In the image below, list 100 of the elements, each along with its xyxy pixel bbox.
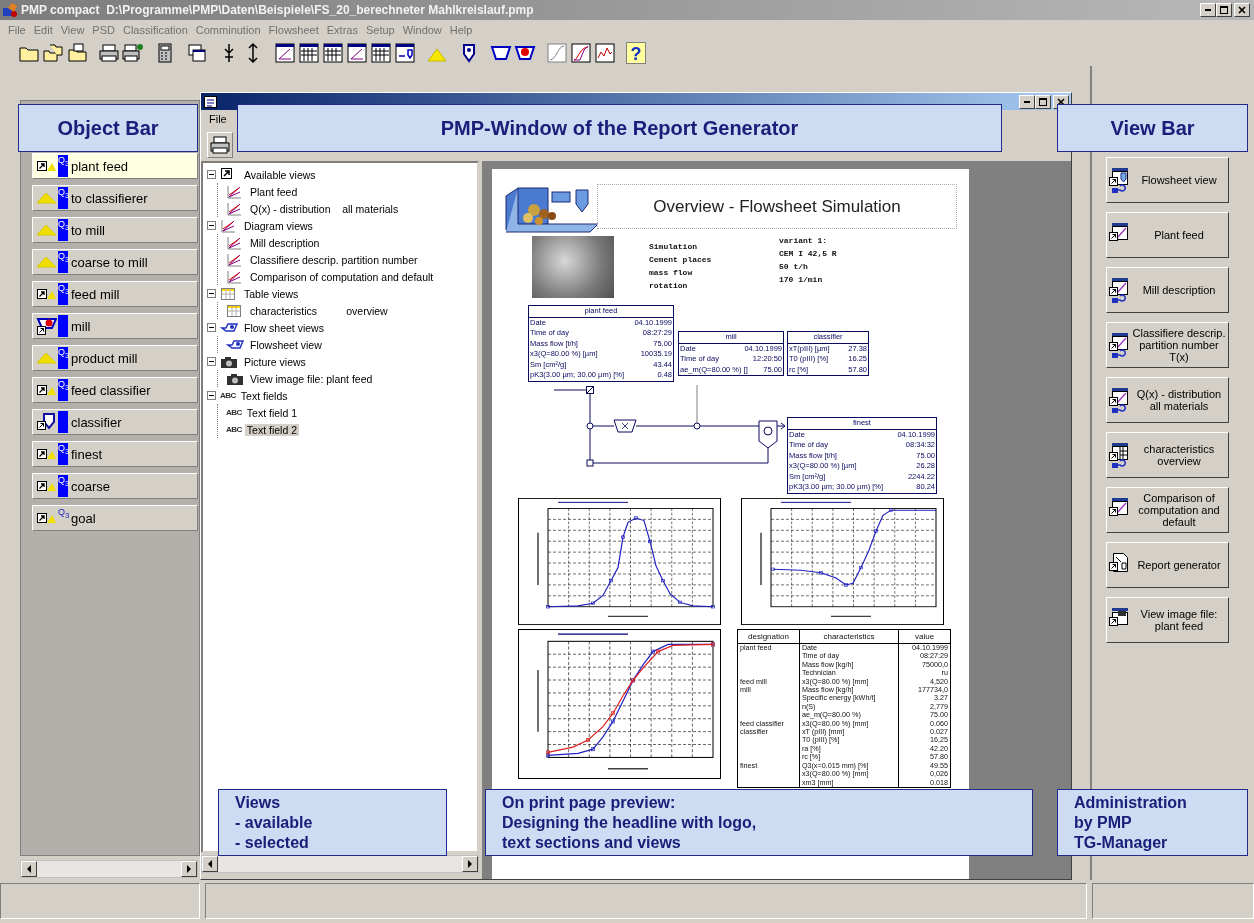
- tree-item[interactable]: Flow sheet views: [242, 321, 326, 334]
- menu-item[interactable]: File: [205, 113, 231, 125]
- object-item[interactable]: Q$_{3}$ goal: [32, 505, 198, 531]
- maximize-button[interactable]: [1216, 3, 1232, 17]
- tree-item[interactable]: Plant feed: [248, 185, 300, 198]
- tree-item[interactable]: Comparison of computation and default: [248, 270, 436, 283]
- scroll-left-icon[interactable]: [202, 856, 218, 872]
- object-item[interactable]: Q$_{3}$ product mill: [32, 345, 198, 371]
- object-item[interactable]: Q$_{3}$ plant feed: [32, 153, 198, 179]
- close-button[interactable]: [1234, 3, 1250, 17]
- pile-icon: [36, 352, 57, 364]
- object-item[interactable]: Q$_{3}$ feed classifier: [32, 377, 198, 403]
- object-item[interactable]: Q$_{3}$ coarse to mill: [32, 249, 198, 275]
- view-button[interactable]: Flowsheet view: [1106, 157, 1229, 203]
- minimize-icon: [1024, 100, 1030, 103]
- printer-icon: [209, 133, 231, 156]
- app-icon: [2, 2, 18, 18]
- callout-note: PMP-Window of the Report Generator: [237, 104, 1002, 152]
- page-headline: Overview - Flowsheet Simulation: [597, 184, 957, 229]
- scroll-left-icon[interactable]: [21, 861, 37, 877]
- collapse-icon[interactable]: [207, 391, 216, 400]
- object-item[interactable]: mill: [32, 313, 198, 339]
- help-button[interactable]: ?: [626, 42, 646, 64]
- object-item[interactable]: Q$_{3}$ feed mill: [32, 281, 198, 307]
- view-button[interactable]: Mill description: [1106, 267, 1229, 313]
- callout-note: Administration by PMP TG-Manager: [1057, 789, 1248, 856]
- tree-item[interactable]: Table views: [242, 287, 301, 300]
- tree-item[interactable]: Available views: [242, 168, 318, 181]
- object-item[interactable]: classifier: [32, 409, 198, 435]
- tree-item[interactable]: Text field 2: [244, 423, 300, 436]
- column-header: value: [898, 629, 951, 644]
- view-button[interactable]: Q(x) - distribution all materials: [1106, 377, 1229, 423]
- collapse-icon[interactable]: [207, 323, 216, 332]
- maximize-button[interactable]: [1035, 94, 1051, 109]
- parameter-value: 170 1/min: [779, 274, 824, 286]
- horizontal-scrollbar[interactable]: [201, 855, 479, 873]
- chart-icon: [226, 251, 244, 268]
- minimize-button[interactable]: [1019, 94, 1035, 109]
- parameter-value: variant 1:: [779, 235, 828, 247]
- minimize-button[interactable]: [1200, 3, 1216, 17]
- tree-item[interactable]: View image file: plant feed: [248, 372, 375, 385]
- collapse-icon[interactable]: [207, 289, 216, 298]
- tree-item[interactable]: characteristics overview: [248, 304, 390, 317]
- quantity-label: Q$_{3}$: [58, 507, 68, 522]
- view-button[interactable]: View image file: plant feed: [1106, 597, 1229, 643]
- tree-item[interactable]: Text fields: [238, 389, 290, 402]
- view-button[interactable]: characteristics overview: [1106, 432, 1229, 478]
- chart-window-icon[interactable]: [346, 42, 368, 64]
- tree-item[interactable]: Mill description: [248, 236, 322, 249]
- object-item[interactable]: Q$_{3}$ to classifierer: [32, 185, 198, 211]
- table-window-icon[interactable]: [322, 42, 344, 64]
- shortcut-pile-icon: [36, 480, 57, 492]
- shortcut-pile-icon: [36, 384, 57, 396]
- document-icon[interactable]: [66, 42, 88, 64]
- chart-window-icon[interactable]: [274, 42, 296, 64]
- tree-item[interactable]: Flowsheet view: [248, 338, 324, 351]
- object-item[interactable]: Q$_{3}$ finest: [32, 441, 198, 467]
- shortcut-pile-icon: [36, 448, 57, 460]
- tree-item[interactable]: Picture views: [242, 355, 308, 368]
- abc-icon: ABC: [220, 391, 236, 400]
- tree-item[interactable]: Classifiere descrip. partition number: [248, 253, 420, 266]
- scroll-right-icon[interactable]: [181, 861, 197, 877]
- curve-color-icon[interactable]: [570, 42, 592, 64]
- classifier-icon: [36, 413, 57, 431]
- quantity-badge: Q$_{3}$: [58, 283, 68, 305]
- object-item[interactable]: Q$_{3}$ coarse: [32, 473, 198, 499]
- scroll-right-icon[interactable]: [462, 856, 478, 872]
- horizontal-scrollbar[interactable]: [20, 860, 198, 878]
- callout-note: On print page preview: Designing the headline with logo, text sections and views: [485, 789, 1033, 856]
- object-item[interactable]: Q$_{3}$ to mill: [32, 217, 198, 243]
- table-window-icon[interactable]: [370, 42, 392, 64]
- close-icon: [1057, 97, 1065, 106]
- printer-icon[interactable]: [98, 42, 120, 64]
- view-button[interactable]: Classifiere descrip. partition number T(x): [1106, 322, 1229, 368]
- mill-icon: [36, 317, 57, 335]
- collapse-icon[interactable]: [207, 170, 216, 179]
- collapse-icon[interactable]: [207, 221, 216, 230]
- chart-icon: [220, 217, 238, 234]
- curve-peak-icon[interactable]: [594, 42, 616, 64]
- tree-item[interactable]: Q(x) - distribution all materials: [248, 202, 401, 215]
- table-icon: [220, 285, 238, 302]
- collapse-icon[interactable]: [207, 357, 216, 366]
- parameter-label: Cement places: [649, 254, 712, 266]
- view-button[interactable]: Plant feed: [1106, 212, 1229, 258]
- view-button[interactable]: Comparison of computation and default: [1106, 487, 1229, 533]
- print-button[interactable]: [207, 131, 233, 158]
- quantity-badge: Q$_{3}$: [58, 155, 68, 177]
- view-button[interactable]: Report generator: [1106, 542, 1229, 588]
- tree-item[interactable]: Diagram views: [242, 219, 315, 232]
- tree-item[interactable]: Text field 1: [244, 406, 300, 419]
- pile-icon: [36, 224, 57, 236]
- window-icon[interactable]: [186, 42, 208, 64]
- window-title: PMP compact D:\Programme\PMP\Daten\Beispiele\FS_20_berechneter Mahlkreislauf.pmp: [21, 3, 535, 17]
- parameter-label: mass flow: [649, 267, 694, 279]
- printer-settings-icon[interactable]: [122, 42, 144, 64]
- flow-window-icon[interactable]: [394, 42, 416, 64]
- table-window-icon[interactable]: [298, 42, 320, 64]
- parameter-label: Simulation: [649, 241, 698, 253]
- quantity-badge: Q$_{3}$: [58, 347, 68, 369]
- parameter-label: rotation: [649, 280, 689, 292]
